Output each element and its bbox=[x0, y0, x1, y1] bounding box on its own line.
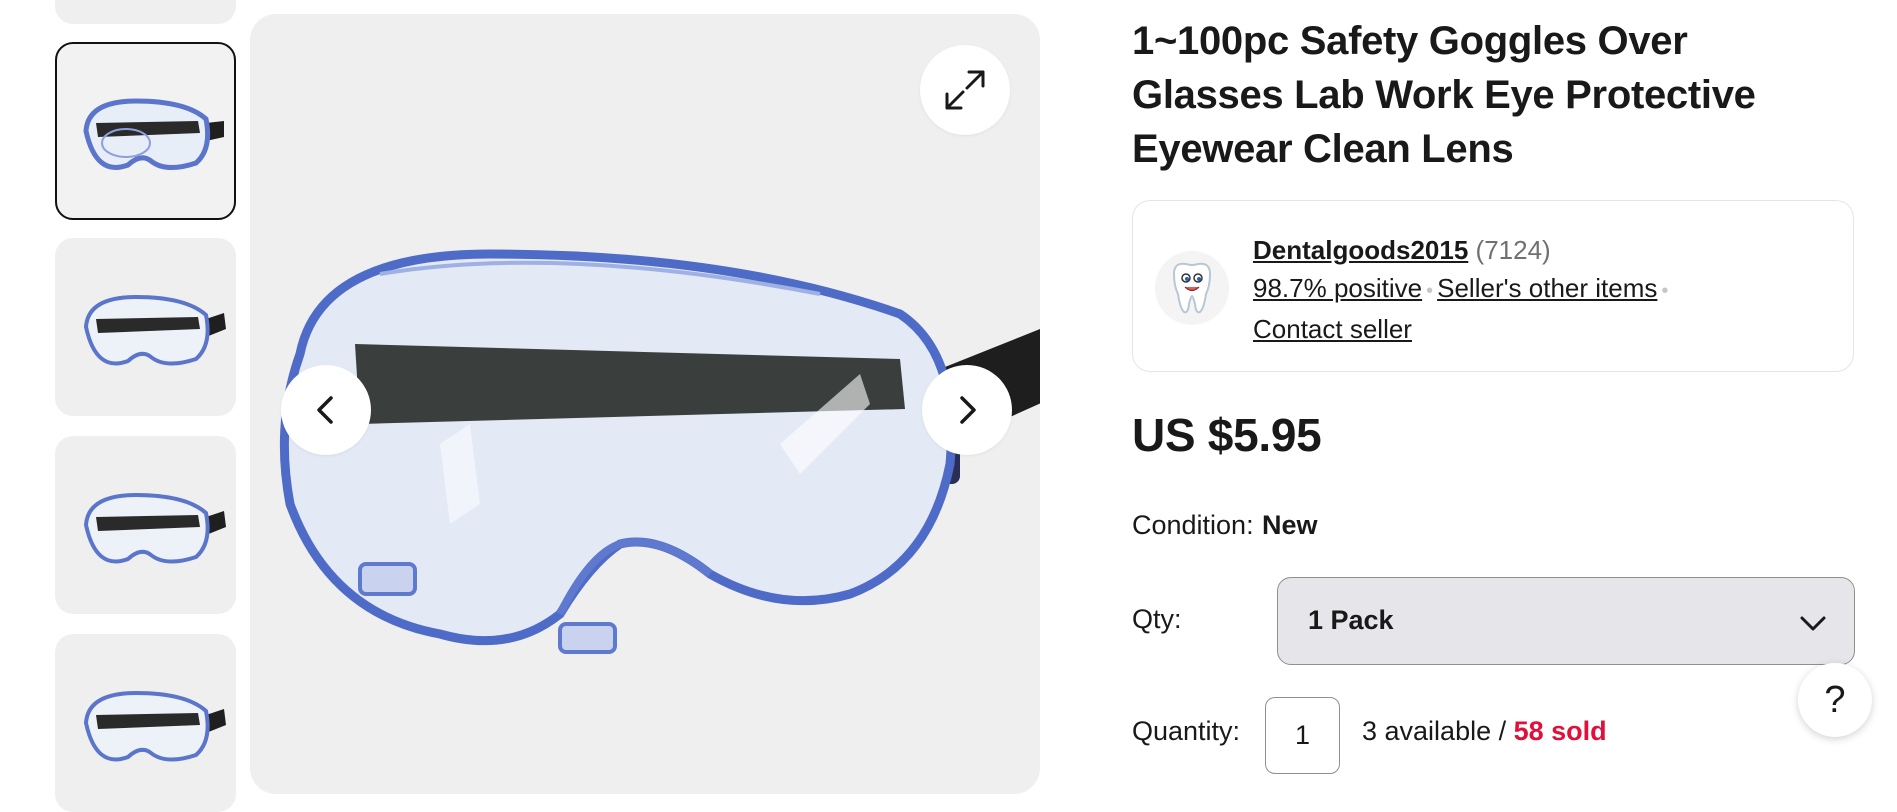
product-title: 1~100pc Safety Goggles Over Glasses Lab … bbox=[1132, 19, 1756, 171]
safety-goggles-image bbox=[279, 249, 1040, 654]
chevron-right-icon bbox=[960, 396, 976, 424]
seller-other-items-link[interactable]: Seller's other items bbox=[1437, 273, 1657, 303]
thumbnail-2[interactable] bbox=[55, 238, 236, 416]
thumbnail-0[interactable] bbox=[55, 0, 236, 24]
tooth-mascot-icon bbox=[1172, 262, 1212, 314]
qty-select-value: 1 Pack bbox=[1308, 605, 1394, 635]
seller-avatar[interactable] bbox=[1155, 251, 1229, 325]
seller-positive-feedback-link[interactable]: 98.7% positive bbox=[1253, 273, 1422, 303]
available-count: 3 available / bbox=[1362, 716, 1514, 746]
goggles-thumbnail-image bbox=[83, 294, 226, 366]
seller-feedback-count: (7124) bbox=[1475, 235, 1551, 265]
separator-dot: • bbox=[1426, 280, 1434, 302]
availability-text: 3 available / 58 sold bbox=[1362, 716, 1607, 747]
previous-image-button[interactable] bbox=[281, 365, 371, 455]
contact-seller-link[interactable]: Contact seller bbox=[1253, 314, 1412, 344]
thumbnail-1[interactable] bbox=[55, 42, 236, 220]
seller-info: Dentalgoods2015 (7124) 98.7% positive • Se… bbox=[1253, 231, 1672, 348]
seller-name-link[interactable]: Dentalgoods2015 bbox=[1253, 235, 1468, 265]
sold-count: 58 sold bbox=[1513, 716, 1607, 746]
goggles-thumbnail-image bbox=[83, 492, 226, 564]
qty-select[interactable]: 1 Pack bbox=[1277, 577, 1855, 665]
main-product-image[interactable] bbox=[250, 14, 1040, 794]
qty-label: Qty: bbox=[1132, 604, 1182, 634]
thumbnail-4[interactable] bbox=[55, 634, 236, 812]
goggles-thumbnail-image bbox=[83, 690, 226, 762]
seller-card: Dentalgoods2015 (7124) 98.7% positive • Se… bbox=[1132, 200, 1854, 372]
expand-image-button[interactable] bbox=[920, 45, 1010, 135]
quantity-input[interactable]: 1 bbox=[1265, 697, 1340, 774]
product-price: US $5.95 bbox=[1132, 409, 1322, 461]
goggles-thumbnail-image bbox=[82, 98, 224, 170]
next-image-button[interactable] bbox=[922, 365, 1012, 455]
help-button[interactable]: ? bbox=[1798, 663, 1872, 737]
condition-label: Condition: bbox=[1132, 510, 1254, 540]
condition-value: New bbox=[1262, 510, 1318, 540]
thumbnail-3[interactable] bbox=[55, 436, 236, 614]
expand-icon bbox=[945, 70, 985, 110]
chevron-left-icon bbox=[317, 396, 333, 424]
separator-dot: • bbox=[1661, 280, 1669, 302]
chevron-down-icon bbox=[1800, 616, 1826, 631]
quantity-label: Quantity: bbox=[1132, 716, 1241, 746]
